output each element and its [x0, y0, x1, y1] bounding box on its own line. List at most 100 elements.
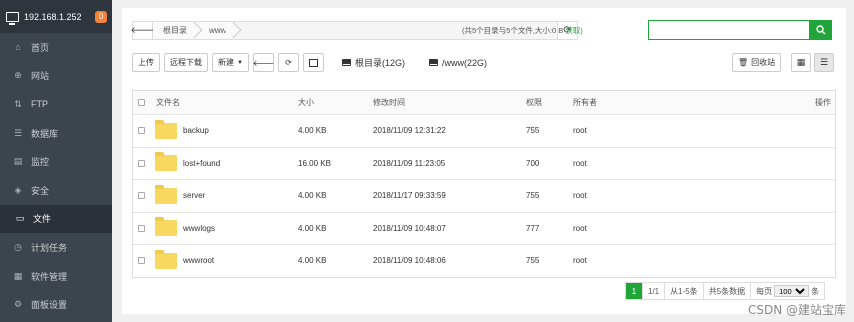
grid-icon: ▦ [796, 57, 806, 67]
col-name[interactable]: 文件名 [156, 97, 180, 108]
sidebar-item-label: 计划任务 [31, 242, 68, 253]
recycle-bin-button[interactable]: 🗑 回收站 [732, 53, 782, 72]
folder-icon[interactable] [155, 217, 177, 237]
row-checkbox[interactable] [138, 159, 145, 167]
table-row[interactable]: wwwroot 4.00 KB 2018/11/09 10:48:06 755 root [133, 244, 835, 277]
file-mtime: 2018/11/09 10:48:07 [373, 223, 446, 233]
file-name[interactable]: wwwlogs [183, 224, 215, 233]
sidebar-item-3[interactable]: ☰ 数据库 [0, 119, 112, 148]
remote-download-button[interactable]: 远程下载 [164, 53, 208, 72]
file-owner: root [573, 191, 587, 201]
disk-www[interactable]: /www(22G) [428, 57, 487, 68]
file-table: 文件名 大小 修改时间 权限 所有者 操作 backup 4.00 KB 2018/… [132, 90, 836, 278]
disk-www-label: /www(22G) [441, 57, 487, 68]
file-name[interactable]: server [183, 191, 205, 200]
back-button[interactable]: 🡐 [130, 22, 155, 39]
row-checkbox[interactable] [138, 257, 145, 265]
file-perm[interactable]: 755 [526, 256, 539, 265]
list-view-button[interactable]: ☰ [814, 53, 834, 72]
monitor-icon: ▤ [13, 156, 23, 167]
sidebar-item-label: 数据库 [31, 128, 59, 139]
row-checkbox[interactable] [138, 127, 145, 135]
search-box [648, 20, 832, 40]
row-checkbox[interactable] [138, 224, 145, 232]
file-perm[interactable]: 700 [526, 159, 539, 168]
file-mtime: 2018/11/09 10:48:06 [373, 256, 446, 266]
sidebar-item-label: 文件 [33, 214, 52, 225]
search-button[interactable] [810, 20, 832, 40]
new-dropdown-button[interactable]: 新建 ▼ [212, 53, 249, 72]
col-op: 操作 [815, 98, 831, 107]
file-size: 4.00 KB [298, 191, 327, 201]
view-toggle: ▦ ☰ [791, 53, 837, 72]
folder-icon[interactable] [155, 152, 177, 172]
per-page-label: 每页 [756, 286, 773, 296]
sidebar-item-6[interactable]: ▭ 文件 [0, 204, 112, 234]
upload-button[interactable]: 上传 [132, 53, 160, 72]
notification-badge[interactable]: 0 [95, 10, 107, 23]
globe-icon: ⊕ [14, 70, 22, 81]
server-header: 192.168.1.252 0 [0, 0, 112, 33]
col-size[interactable]: 大小 [298, 97, 314, 108]
table-row[interactable]: lost+found 16.00 KB 2018/11/09 11:23:05 700… [133, 146, 835, 180]
file-perm[interactable]: 755 [526, 191, 539, 200]
file-name[interactable]: lost+found [183, 159, 220, 168]
table-row[interactable]: backup 4.00 KB 2018/11/09 12:31:22 755 root [133, 114, 835, 147]
col-perm: 权限 [526, 98, 542, 107]
clock-icon: ◷ [14, 241, 22, 252]
sidebar-menu: ⌂ 首页 ⊕ 网站 ⇅ FTP ☰ 数据库 ▤ 监控 ◈ 安全 ▭ 文件 ◷ 计划任务 ▦ 软件管理 ⚙ 面板设置 [0, 33, 112, 319]
file-perm[interactable]: 777 [526, 224, 539, 233]
row-checkbox[interactable] [138, 192, 145, 200]
terminal-button[interactable] [302, 53, 324, 72]
col-mtime[interactable]: 修改时间 [373, 97, 405, 108]
sidebar-item-label: 安全 [31, 185, 50, 196]
database-icon: ☰ [13, 127, 23, 138]
page-current[interactable]: 1 [626, 283, 643, 299]
disk-root[interactable]: 根目录(12G) [341, 56, 405, 69]
monitor-icon [6, 11, 19, 25]
sidebar-item-1[interactable]: ⊕ 网站 [0, 62, 112, 91]
arrow-left-icon: 🡐 [130, 25, 155, 35]
refresh-button[interactable]: ⟳ [277, 53, 299, 72]
file-name[interactable]: backup [183, 126, 209, 135]
dir-summary: (共5个目录与5个文件,大小:0 B [462, 26, 564, 35]
refresh-icon: ⟳ [285, 58, 292, 67]
sidebar-item-label: 首页 [31, 42, 50, 53]
per-page-select[interactable]: 100 [774, 285, 810, 297]
folder-icon[interactable] [155, 119, 177, 139]
get-size-link[interactable]: 获取) [565, 25, 583, 36]
watermark: CSDN @建站宝库 [747, 303, 846, 317]
sidebar-item-7[interactable]: ◷ 计划任务 [0, 233, 112, 262]
disk-root-label: 根目录(12G) [354, 58, 405, 68]
file-name[interactable]: wwwroot [183, 256, 214, 265]
pagination: 1 1/1 从1-5条 共5条数据 每页 100 条 [625, 282, 826, 300]
sidebar-item-8[interactable]: ▦ 软件管理 [0, 262, 112, 291]
sidebar-item-2[interactable]: ⇅ FTP [0, 90, 112, 119]
file-perm[interactable]: 755 [526, 126, 539, 135]
sidebar-item-9[interactable]: ⚙ 面板设置 [0, 290, 112, 319]
select-all-checkbox[interactable] [138, 99, 145, 106]
search-input[interactable] [648, 20, 810, 40]
sidebar-item-label: 软件管理 [31, 271, 68, 282]
sidebar-item-4[interactable]: ▤ 监控 [0, 147, 112, 176]
new-label: 新建 [218, 58, 234, 67]
arrow-left-icon: 🡐 [252, 58, 275, 68]
table-row[interactable]: wwwlogs 4.00 KB 2018/11/09 10:48:07 777 root [133, 211, 835, 245]
breadcrumb-root[interactable]: 根目录 [153, 22, 195, 39]
ftp-icon: ⇅ [14, 98, 22, 109]
folder-icon[interactable] [155, 184, 177, 204]
file-mtime: 2018/11/17 09:33:59 [373, 191, 446, 201]
grid-view-button[interactable]: ▦ [791, 53, 811, 72]
table-row[interactable]: server 4.00 KB 2018/11/17 09:33:59 755 root [133, 179, 835, 212]
sidebar-item-label: 网站 [31, 71, 50, 82]
sidebar-item-label: 面板设置 [31, 300, 68, 311]
directory-info: (共5个目录与5个文件,大小:0 B 获取) [462, 21, 583, 40]
file-mtime: 2018/11/09 11:23:05 [373, 158, 446, 168]
sidebar-item-0[interactable]: ⌂ 首页 [0, 33, 112, 62]
file-manager-panel: 🡐 根目录 www ⟳ (共5个目录与5个文件,大小:0 B 获取) 上传 远程… [122, 8, 846, 314]
sidebar-item-5[interactable]: ◈ 安全 [0, 176, 112, 205]
go-back-button[interactable]: 🡐 [253, 53, 274, 72]
file-size: 4.00 KB [298, 223, 327, 233]
gear-icon: ⚙ [13, 299, 23, 310]
folder-icon[interactable] [155, 249, 177, 269]
